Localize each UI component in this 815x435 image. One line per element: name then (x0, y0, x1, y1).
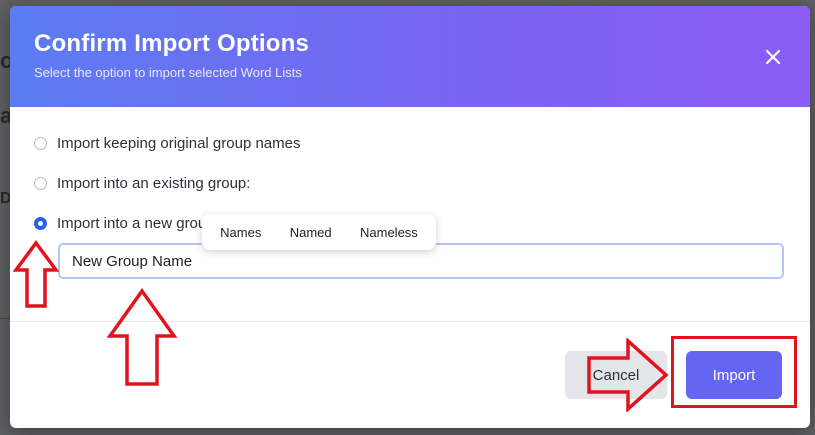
autocomplete-suggestions: Names Named Nameless (202, 214, 436, 250)
close-icon (765, 49, 781, 65)
option-keep-original-names[interactable]: Import keeping original group names (34, 132, 300, 154)
option-existing-group[interactable]: Import into an existing group: (34, 172, 250, 194)
dialog-header: Confirm Import Options Select the option… (10, 6, 810, 107)
suggestion-item[interactable]: Names (214, 221, 267, 244)
suggestion-item[interactable]: Nameless (354, 221, 424, 244)
option-label: Import keeping original group names (57, 134, 301, 152)
cancel-button[interactable]: Cancel (565, 351, 667, 399)
footer-divider (10, 321, 810, 322)
option-label: Import into a new group (57, 214, 215, 232)
option-new-group[interactable]: Import into a new group (34, 212, 215, 234)
option-label: Import into an existing group: (57, 174, 251, 192)
radio-button[interactable] (34, 176, 47, 190)
radio-button-selected[interactable] (34, 216, 47, 230)
dialog-title: Confirm Import Options (34, 30, 310, 57)
close-button[interactable] (762, 46, 784, 68)
import-button[interactable]: Import (686, 351, 782, 399)
dialog-subtitle: Select the option to import selected Wor… (34, 65, 302, 80)
suggestion-item[interactable]: Named (284, 221, 338, 244)
radio-button[interactable] (34, 136, 47, 150)
